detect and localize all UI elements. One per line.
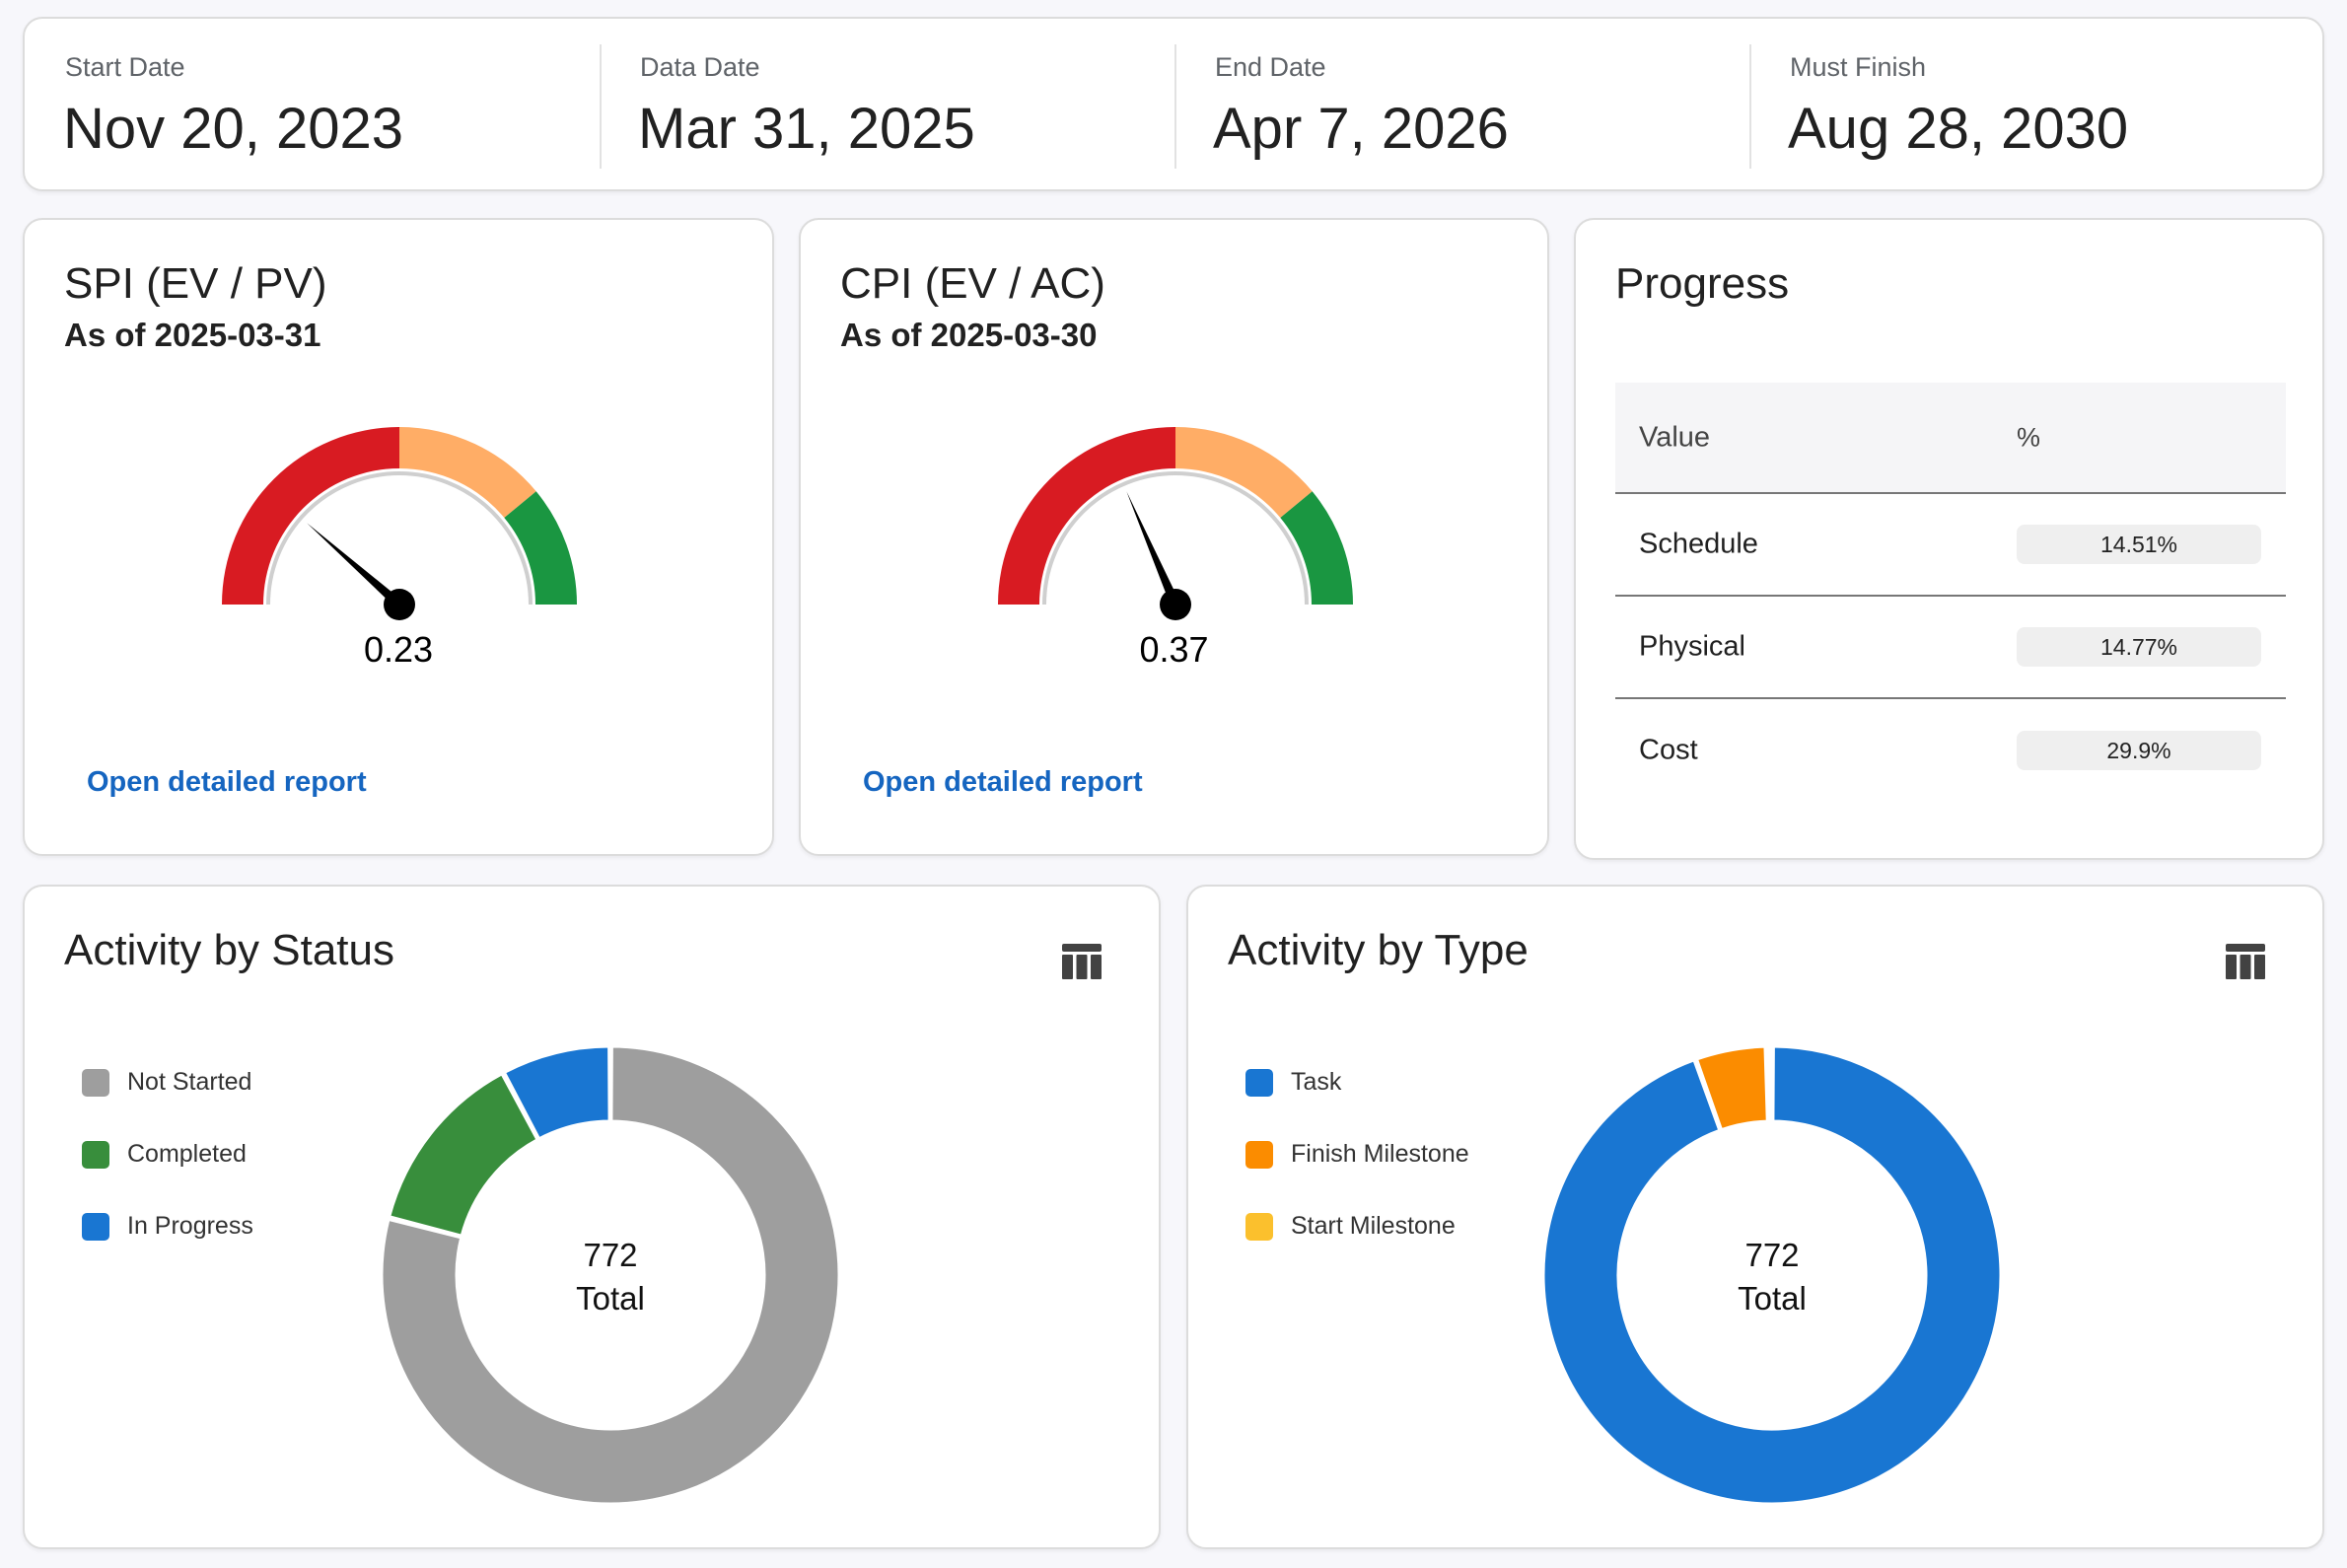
date-label: End Date [1215,52,1326,82]
total-label: Total [1738,1280,1807,1317]
spi-subtitle: As of 2025-03-31 [64,317,321,353]
activity-type-card: Activity by Type Task Finish Milestone Sta… [1186,885,2324,1549]
donut-slice-completed [388,1072,539,1238]
gauge-band-red [998,427,1175,605]
progress-card: Progress Value % Schedule 14.51% Physica… [1574,218,2324,860]
table-header-row: Value % [1615,383,2286,494]
spi-title: SPI (EV / PV) [64,259,327,308]
legend-swatch [1245,1140,1273,1169]
row-label: Physical [1639,630,1745,663]
date-start: Start Date Nov 20, 2023 [25,19,600,189]
legend-swatch [82,1068,109,1097]
cpi-title: CPI (EV / AC) [840,259,1105,308]
gauge-needle-hub [1160,589,1191,620]
spi-value: 0.23 [363,629,434,670]
legend-label: Finish Milestone [1291,1140,1469,1168]
date-end: End Date Apr 7, 2026 [1174,19,1749,189]
row-percent-badge: 29.9% [2017,731,2261,770]
progress-title: Progress [1615,259,1790,308]
spi-open-report-link[interactable]: Open detailed report [87,766,367,799]
header-value: Value [1639,421,1711,453]
legend-label: Task [1291,1068,1342,1096]
legend-item-completed[interactable]: Completed [82,1118,253,1190]
date-must-finish: Must Finish Aug 28, 2030 [1749,19,2324,189]
legend-item-task[interactable]: Task [1245,1046,1469,1118]
date-label: Data Date [640,52,760,82]
activity-type-title: Activity by Type [1228,926,1529,974]
table-row: Physical 14.77% [1615,597,2286,699]
date-value: Mar 31, 2025 [638,97,975,161]
legend-item-finish-milestone[interactable]: Finish Milestone [1245,1118,1469,1190]
type-legend: Task Finish Milestone Start Milestone [1245,1046,1469,1262]
table-icon[interactable] [2226,944,2265,979]
legend-item-in-progress[interactable]: In Progress [82,1190,253,1262]
dates-card: Start Date Nov 20, 2023 Data Date Mar 31… [23,17,2324,191]
header-percent: % [2017,422,2041,452]
legend-swatch [82,1140,109,1169]
donut-slice-start-milestone [1766,1044,1773,1123]
activity-status-title: Activity by Status [64,926,395,974]
legend-swatch [82,1212,109,1241]
table-row: Schedule 14.51% [1615,494,2286,597]
table-row: Cost 29.9% [1615,699,2286,802]
status-legend: Not Started Completed In Progress [82,1046,253,1262]
cpi-subtitle: As of 2025-03-30 [840,317,1098,353]
legend-label: Start Milestone [1291,1212,1456,1240]
type-total: 772 Total [1538,1234,2006,1320]
cpi-card: CPI (EV / AC) As of 2025-03-30 0.37 Open… [799,218,1549,856]
table-icon[interactable] [1062,944,1102,979]
row-label: Schedule [1639,528,1758,560]
gauge-needle-hub [384,589,415,620]
legend-swatch [1245,1212,1273,1241]
date-label: Start Date [65,52,185,82]
legend-swatch [1245,1068,1273,1097]
gauge-band-orange [1175,427,1313,519]
cpi-gauge [998,427,1353,620]
date-label: Must Finish [1790,52,1927,82]
total-value: 772 [1744,1237,1800,1273]
spi-gauge [222,427,577,620]
row-label: Cost [1639,734,1698,766]
legend-item-not-started[interactable]: Not Started [82,1046,253,1118]
total-value: 772 [583,1237,638,1273]
activity-status-card: Activity by Status Not Started Completed I… [23,885,1161,1549]
gauge-band-orange [399,427,536,519]
legend-label: Completed [127,1140,247,1168]
date-value: Aug 28, 2030 [1788,97,2129,161]
legend-label: In Progress [127,1212,253,1240]
date-value: Nov 20, 2023 [63,97,404,161]
progress-table: Value % Schedule 14.51% Physical 14.77% … [1615,383,2286,802]
status-total: 772 Total [377,1234,844,1320]
date-data: Data Date Mar 31, 2025 [600,19,1174,189]
total-label: Total [576,1280,645,1317]
cpi-value: 0.37 [1139,629,1209,670]
cpi-open-report-link[interactable]: Open detailed report [863,766,1143,799]
legend-label: Not Started [127,1068,252,1096]
date-value: Apr 7, 2026 [1213,97,1509,161]
legend-item-start-milestone[interactable]: Start Milestone [1245,1190,1469,1262]
row-percent-badge: 14.51% [2017,525,2261,564]
row-percent-badge: 14.77% [2017,627,2261,667]
spi-card: SPI (EV / PV) As of 2025-03-31 0.23 Open… [23,218,774,856]
